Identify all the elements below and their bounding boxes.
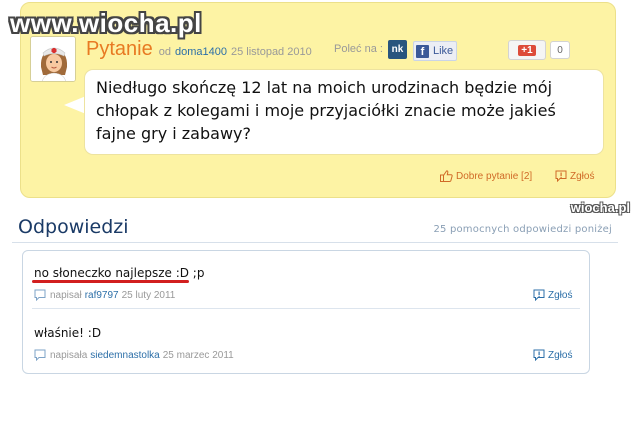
answer-meta: napisał raf9797 25 luty 2011 <box>34 289 175 301</box>
report-question-label: Zgłoś <box>570 170 595 182</box>
report-question-button[interactable]: Zgłoś <box>555 170 594 182</box>
question-author-link[interactable]: doma1400 <box>175 46 227 58</box>
report-icon <box>533 289 545 301</box>
nk-icon: nk <box>391 44 404 55</box>
question-by-label: od <box>158 46 171 58</box>
good-question-button[interactable]: Dobre pytanie [2] <box>440 170 532 182</box>
question-date: 25 listopad 2010 <box>230 46 312 58</box>
good-question-label: Dobre pytanie [2] <box>456 170 533 182</box>
google-plus-count: 0 <box>550 41 570 59</box>
avatar-girl-nurse-icon <box>31 37 75 81</box>
question-title: Pytanie <box>86 38 153 60</box>
answer-highlight-underline <box>32 280 189 283</box>
answers-heading: Odpowiedzi <box>18 216 129 238</box>
facebook-icon: f <box>416 44 429 58</box>
question-meta: Pytanie od doma1400 25 listopad 2010 <box>86 38 312 62</box>
site-watermark: www.wiocha.pl <box>10 8 202 38</box>
answer-separator <box>32 308 580 309</box>
comment-icon <box>34 289 46 301</box>
facebook-like-button[interactable]: f Like <box>413 41 457 61</box>
question-text: Niedługo skończę 12 lat na moich urodzin… <box>96 78 556 143</box>
answer-date: 25 marzec 2011 <box>162 349 234 361</box>
report-answer-button[interactable]: Zgłoś <box>533 289 572 301</box>
answer-wrote-label: napisała <box>50 349 88 361</box>
corner-watermark: wiocha.pl <box>570 200 630 215</box>
report-answer-label: Zgłoś <box>548 349 573 361</box>
user-avatar[interactable] <box>30 36 76 82</box>
report-answer-button[interactable]: Zgłoś <box>533 349 572 361</box>
google-plus-button[interactable]: +1 <box>508 40 546 60</box>
google-plus-icon: +1 <box>518 44 536 56</box>
thumbs-up-icon <box>440 170 453 182</box>
answers-count: 25 pomocnych odpowiedzi poniżej <box>433 224 612 235</box>
speech-bubble-tail <box>64 96 86 114</box>
answer-wrote-label: napisał <box>50 289 82 301</box>
comment-icon <box>34 349 46 361</box>
nk-share-button[interactable]: nk <box>388 40 407 59</box>
facebook-like-label: Like <box>433 45 454 57</box>
answer-meta: napisała siedemnastolka 25 marzec 2011 <box>34 349 234 361</box>
answer-author-link[interactable]: raf9797 <box>85 290 119 301</box>
answer-text: no słoneczko najlepsze :D ;p <box>34 266 205 280</box>
answer-date: 25 luty 2011 <box>121 289 176 301</box>
answer-text: właśnie! :D <box>34 326 102 340</box>
answers-divider <box>12 242 618 243</box>
report-answer-label: Zgłoś <box>548 289 573 301</box>
report-icon <box>555 170 567 182</box>
report-icon <box>533 349 545 361</box>
recommend-label: Poleć na : <box>334 43 383 55</box>
answer-author-link[interactable]: siedemnastolka <box>90 350 159 361</box>
